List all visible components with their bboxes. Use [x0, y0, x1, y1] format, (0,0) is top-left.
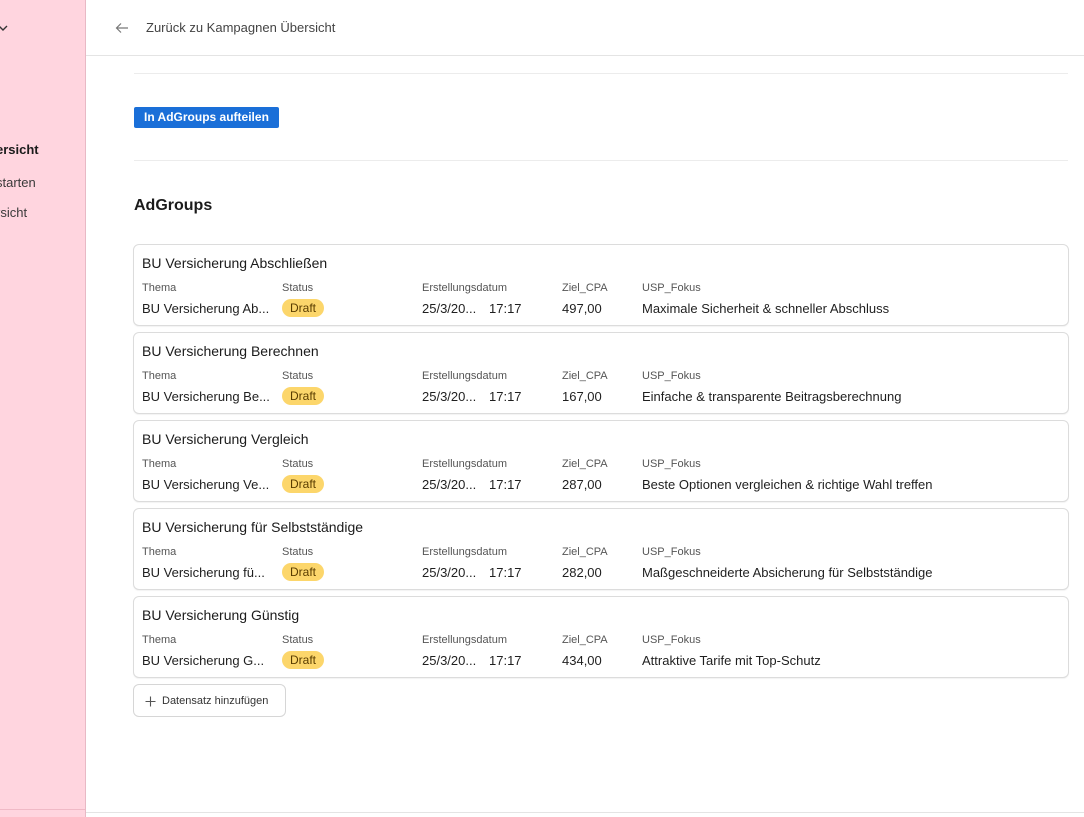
sidebar-item-overview-2[interactable]: rsicht — [0, 205, 27, 220]
thema-value: BU Versicherung Ve... — [142, 477, 270, 492]
label-usp: USP_Fokus — [642, 282, 701, 294]
label-thema: Thema — [142, 458, 177, 470]
add-record-label: Datensatz hinzufügen — [162, 695, 269, 707]
cpa-value: 282,00 — [562, 565, 602, 580]
status-badge: Draft — [282, 651, 325, 669]
date-value: 25/3/20... — [422, 653, 477, 668]
section-title: AdGroups — [134, 197, 213, 214]
usp-value: Maßgeschneiderte Absicherung für Selbsts… — [642, 565, 933, 580]
label-cpa: Ziel_CPA — [562, 458, 608, 470]
status-badge: Draft — [282, 475, 325, 493]
label-date: Erstellungsdatum — [422, 370, 507, 382]
chevron-down-icon[interactable] — [0, 22, 9, 34]
sidebar-item-start[interactable]: starten — [0, 175, 36, 190]
top-bar: Zurück zu Kampagnen Übersicht — [86, 0, 1084, 56]
back-link[interactable]: Zurück zu Kampagnen Übersicht — [146, 20, 335, 35]
label-thema: Thema — [142, 370, 177, 382]
date-value: 25/3/20... — [422, 477, 477, 492]
status-badge: Draft — [282, 299, 325, 317]
label-date: Erstellungsdatum — [422, 634, 507, 646]
usp-value: Beste Optionen vergleichen & richtige Wa… — [642, 477, 933, 492]
label-date: Erstellungsdatum — [422, 282, 507, 294]
cpa-value: 434,00 — [562, 653, 602, 668]
label-cpa: Ziel_CPA — [562, 370, 608, 382]
label-usp: USP_Fokus — [642, 370, 701, 382]
label-thema: Thema — [142, 634, 177, 646]
sidebar-item-overview[interactable]: ersicht — [0, 142, 39, 157]
label-cpa: Ziel_CPA — [562, 546, 608, 558]
adgroup-title: BU Versicherung Vergleich — [142, 431, 309, 447]
arrow-left-icon[interactable] — [115, 21, 129, 35]
usp-value: Attraktive Tarife mit Top-Schutz — [642, 653, 821, 668]
adgroup-card[interactable]: BU Versicherung Vergleich Thema Status E… — [133, 420, 1069, 502]
add-record-button[interactable]: Datensatz hinzufügen — [133, 684, 286, 717]
usp-value: Maximale Sicherheit & schneller Abschlus… — [642, 301, 890, 316]
label-thema: Thema — [142, 282, 177, 294]
sidebar-divider — [0, 809, 85, 810]
label-cpa: Ziel_CPA — [562, 634, 608, 646]
thema-value: BU Versicherung G... — [142, 653, 265, 668]
thema-value: BU Versicherung fü... — [142, 565, 265, 580]
adgroup-card[interactable]: BU Versicherung Berechnen Thema Status E… — [133, 332, 1069, 414]
label-cpa: Ziel_CPA — [562, 282, 608, 294]
adgroup-title: BU Versicherung Berechnen — [142, 343, 319, 359]
status-badge: Draft — [282, 563, 325, 581]
date-value: 25/3/20... — [422, 301, 477, 316]
label-thema: Thema — [142, 546, 177, 558]
thema-value: BU Versicherung Ab... — [142, 301, 270, 316]
date-value: 25/3/20... — [422, 389, 477, 404]
split-into-adgroups-button[interactable]: In AdGroups aufteilen — [134, 107, 279, 128]
adgroup-card[interactable]: BU Versicherung Abschließen Thema Status… — [133, 244, 1069, 326]
cpa-value: 167,00 — [562, 389, 602, 404]
label-date: Erstellungsdatum — [422, 546, 507, 558]
adgroup-title: BU Versicherung Abschließen — [142, 255, 328, 271]
adgroup-card[interactable]: BU Versicherung Günstig Thema Status Ers… — [133, 596, 1069, 678]
adgroup-card[interactable]: BU Versicherung für Selbstständige Thema… — [133, 508, 1069, 590]
label-usp: USP_Fokus — [642, 546, 701, 558]
label-date: Erstellungsdatum — [422, 458, 507, 470]
usp-value: Einfache & transparente Beitragsberechnu… — [642, 389, 902, 404]
label-usp: USP_Fokus — [642, 458, 701, 470]
divider — [134, 160, 1068, 161]
cpa-value: 287,00 — [562, 477, 602, 492]
sidebar: ersicht starten rsicht — [0, 0, 86, 817]
label-status: Status — [282, 370, 314, 382]
cpa-value: 497,00 — [562, 301, 602, 316]
time-value: 17:17 — [489, 565, 522, 580]
label-usp: USP_Fokus — [642, 634, 701, 646]
time-value: 17:17 — [489, 653, 522, 668]
footer-divider — [86, 812, 1084, 813]
date-value: 25/3/20... — [422, 565, 477, 580]
label-status: Status — [282, 282, 314, 294]
thema-value: BU Versicherung Be... — [142, 389, 270, 404]
adgroup-title: BU Versicherung Günstig — [142, 607, 300, 623]
label-status: Status — [282, 546, 314, 558]
status-badge: Draft — [282, 387, 325, 405]
label-status: Status — [282, 458, 314, 470]
time-value: 17:17 — [489, 477, 522, 492]
label-status: Status — [282, 634, 314, 646]
adgroup-title: BU Versicherung für Selbstständige — [142, 519, 364, 535]
divider — [134, 73, 1068, 74]
plus-icon — [145, 696, 156, 707]
time-value: 17:17 — [489, 301, 522, 316]
time-value: 17:17 — [489, 389, 522, 404]
